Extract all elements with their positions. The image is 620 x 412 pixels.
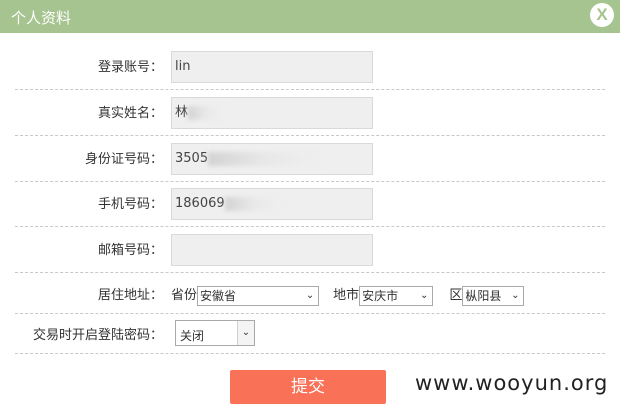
trade-password-control: 关闭 ⌄	[175, 320, 255, 350]
district-label: 区	[449, 288, 463, 303]
divider	[15, 353, 605, 354]
redaction-blur	[208, 151, 321, 166]
email-field[interactable]	[171, 234, 373, 266]
province-select[interactable]: 安徽省 ⌄	[197, 286, 320, 306]
address-selectors: 省份 安徽省 ⌄ 地市 安庆市 ⌄ 区枞阳县 ⌄	[171, 279, 525, 313]
redaction-blur	[224, 196, 281, 211]
submit-button[interactable]: 提交	[230, 370, 386, 404]
phone-label: 手机号码：	[97, 197, 163, 212]
trade-password-select[interactable]: 关闭 ⌄	[175, 320, 255, 346]
chevron-down-icon: ⌄	[511, 290, 520, 301]
dialog-title: 个人资料	[11, 9, 72, 27]
email-label: 邮箱号码：	[97, 243, 163, 258]
divider	[15, 272, 605, 273]
close-icon: X	[596, 5, 608, 24]
chevron-down-icon: ⌄	[305, 290, 315, 301]
city-label: 地市	[333, 288, 360, 303]
phone-field[interactable]: 186069	[171, 188, 373, 220]
watermark: www.wooyun.org	[415, 371, 609, 395]
district-value: 枞阳县	[465, 289, 502, 303]
redaction-blur	[188, 105, 223, 120]
dialog-titlebar: 个人资料 X	[0, 0, 620, 33]
id-number-value: 3505	[175, 151, 209, 166]
id-number-label: 身份证号码：	[84, 152, 163, 167]
chevron-down-icon: ⌄	[237, 321, 254, 345]
city-value: 安庆市	[362, 289, 399, 303]
divider	[15, 135, 605, 136]
divider	[15, 226, 605, 227]
real-name-value: 林	[175, 105, 189, 120]
district-select[interactable]: 枞阳县 ⌄	[462, 286, 525, 306]
real-name-label: 真实姓名：	[97, 106, 163, 121]
province-value: 安徽省	[200, 289, 237, 303]
login-account-label: 登录账号：	[97, 60, 163, 75]
divider	[15, 89, 605, 90]
phone-value: 186069	[175, 196, 225, 211]
trade-password-label: 交易时开启登陆密码：	[32, 328, 163, 343]
divider	[15, 313, 605, 314]
close-button[interactable]: X	[590, 3, 614, 27]
trade-password-value: 关闭	[180, 329, 205, 343]
id-number-field[interactable]: 3505	[171, 143, 373, 175]
login-account-field[interactable]: lin	[171, 51, 373, 83]
city-select[interactable]: 安庆市 ⌄	[359, 286, 434, 306]
divider	[15, 181, 605, 182]
address-label: 居住地址：	[97, 288, 163, 303]
chevron-down-icon: ⌄	[419, 290, 429, 301]
real-name-field[interactable]: 林	[171, 97, 373, 129]
login-account-value: lin	[175, 59, 191, 74]
province-label: 省份	[171, 288, 198, 303]
